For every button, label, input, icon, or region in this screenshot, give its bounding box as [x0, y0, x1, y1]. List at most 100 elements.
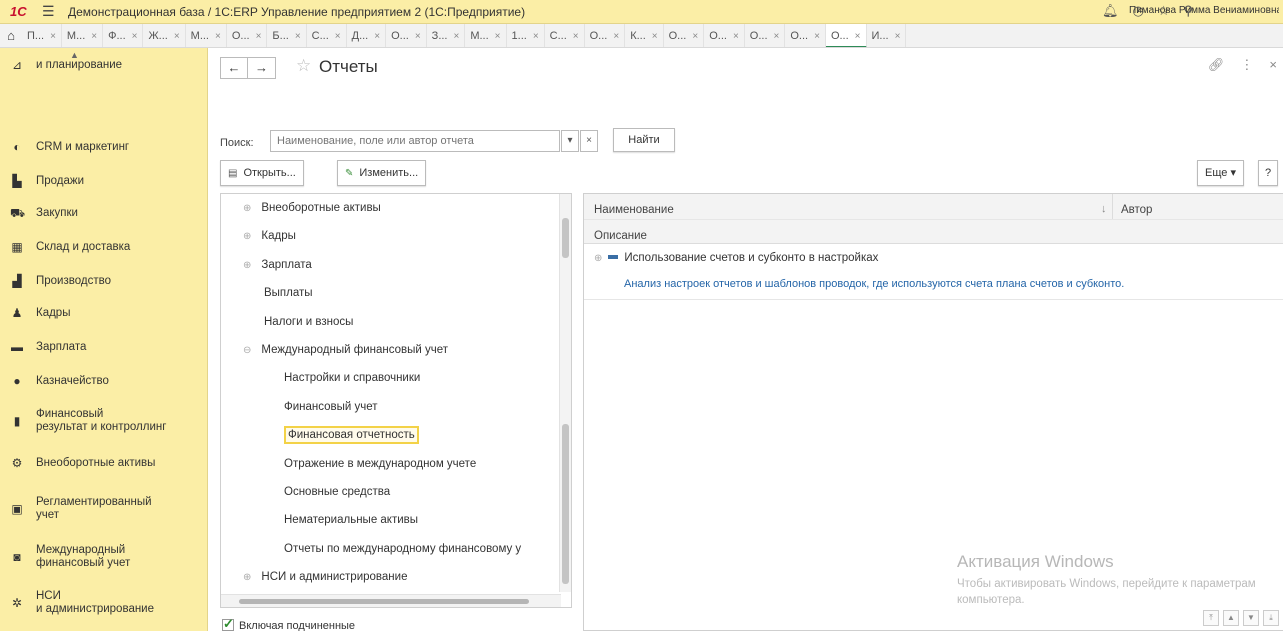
tree-node[interactable]: Нематериальные активы: [284, 509, 571, 531]
tab-close-icon[interactable]: ×: [132, 31, 138, 42]
search-input[interactable]: [270, 130, 560, 152]
tab-close-icon[interactable]: ×: [495, 31, 501, 42]
tab-16[interactable]: К... ×: [625, 24, 664, 47]
tree-node[interactable]: Финансовая отчетность: [284, 424, 571, 446]
collapse-icon[interactable]: ⊖: [243, 345, 251, 356]
sidebar-item-11[interactable]: ⚙ Внеоборотные активы: [0, 456, 207, 470]
sidebar-item-7[interactable]: ♟ Кадры: [0, 306, 207, 320]
tab-1[interactable]: П... ×: [22, 24, 62, 47]
tree-node[interactable]: Налоги и взносы: [264, 311, 571, 333]
tree-node[interactable]: Выплаты: [264, 282, 571, 304]
tree-node[interactable]: ⊕ Зарплата: [243, 254, 571, 276]
tree-node[interactable]: ⊖ Международный финансовый учет: [243, 339, 571, 361]
bell-icon[interactable]: 🔔︎: [1102, 3, 1119, 19]
column-header-name[interactable]: Наименование: [594, 204, 674, 216]
forward-button[interactable]: →: [248, 57, 276, 79]
tab-close-icon[interactable]: ×: [215, 31, 221, 42]
tab-8[interactable]: С... ×: [307, 24, 347, 47]
tab-15[interactable]: О... ×: [585, 24, 626, 47]
tab-close-icon[interactable]: ×: [613, 31, 619, 42]
tab-close-icon[interactable]: ×: [335, 31, 341, 42]
tree-vertical-scrollbar[interactable]: [559, 194, 571, 592]
more-vertical-icon[interactable]: ⋮: [1240, 57, 1253, 73]
tab-4[interactable]: Ж... ×: [143, 24, 186, 47]
expand-icon[interactable]: ⊕: [243, 203, 251, 214]
tab-close-icon[interactable]: ×: [256, 31, 262, 42]
more-button[interactable]: Еще ▾: [1197, 160, 1244, 186]
help-button[interactable]: ?: [1258, 160, 1279, 186]
tree-node[interactable]: Отражение в международном учете: [284, 453, 571, 475]
edit-button[interactable]: ✎ Изменить...: [337, 160, 427, 186]
user-name[interactable]: Пиманова Римма Вениаминовна: [1129, 5, 1279, 16]
sidebar-item-6[interactable]: ▟ Производство: [0, 274, 207, 288]
main-menu-icon[interactable]: ☰: [42, 3, 56, 20]
tab-18[interactable]: О... ×: [704, 24, 745, 47]
tab-close-icon[interactable]: ×: [453, 31, 459, 42]
home-icon[interactable]: ⌂: [0, 28, 22, 43]
tab-5[interactable]: М... ×: [186, 24, 227, 47]
link-icon[interactable]: 🔗︎: [1208, 57, 1225, 73]
sidebar-item-8[interactable]: ▬ Зарплата: [0, 340, 207, 354]
list-item[interactable]: ⊕ Использование счетов и субконто в настр…: [584, 244, 1283, 300]
expand-icon[interactable]: ⊕: [243, 260, 251, 271]
sidebar-item-4[interactable]: ⛟ Закупки: [0, 206, 207, 220]
tree-hscroll-thumb[interactable]: [239, 599, 529, 604]
scroll-up-icon[interactable]: ▲: [1223, 610, 1239, 626]
scroll-down-icon[interactable]: ▼: [1243, 610, 1259, 626]
tab-2[interactable]: М... ×: [62, 24, 104, 47]
tab-10[interactable]: О... ×: [386, 24, 427, 47]
tab-12[interactable]: М... ×: [465, 24, 507, 47]
sidebar-item-10[interactable]: ▮ Финансовый результат и контроллинг: [0, 408, 207, 434]
tab-close-icon[interactable]: ×: [814, 31, 820, 42]
expand-icon[interactable]: ⊕: [243, 231, 251, 242]
sidebar-item-12[interactable]: ▣ Регламентированный учет: [0, 496, 207, 522]
tab-17[interactable]: О... ×: [664, 24, 705, 47]
tab-14[interactable]: С... ×: [545, 24, 585, 47]
tab-close-icon[interactable]: ×: [895, 31, 901, 42]
tree-node[interactable]: Финансовый учет: [284, 396, 571, 418]
tab-6[interactable]: О... ×: [227, 24, 268, 47]
tree-vscroll-thumb[interactable]: [562, 218, 569, 258]
tab-close-icon[interactable]: ×: [733, 31, 739, 42]
include-subordinates-checkbox[interactable]: Включая подчиненные: [222, 616, 355, 631]
tab-close-icon[interactable]: ×: [91, 31, 97, 42]
sidebar-item-5[interactable]: ▦ Склад и доставка: [0, 240, 207, 254]
favorite-star-icon[interactable]: ☆: [296, 56, 311, 76]
tab-3[interactable]: Ф... ×: [103, 24, 144, 47]
tree-vscroll-thumb-lower[interactable]: [562, 424, 569, 584]
tab-close-icon[interactable]: ×: [374, 31, 380, 42]
tab-7[interactable]: Б... ×: [267, 24, 307, 47]
tab-close-icon[interactable]: ×: [652, 31, 658, 42]
tab-11[interactable]: З... ×: [427, 24, 466, 47]
tab-close-icon[interactable]: ×: [573, 31, 579, 42]
tab-close-icon[interactable]: ×: [174, 31, 180, 42]
tab-20[interactable]: О... ×: [785, 24, 826, 47]
tab-close-icon[interactable]: ×: [692, 31, 698, 42]
tab-close-icon[interactable]: ×: [533, 31, 539, 42]
tab-close-icon[interactable]: ×: [50, 31, 56, 42]
sidebar-item-2[interactable]: ◐ CRM и маркетинг: [0, 140, 207, 154]
tree-horizontal-scrollbar[interactable]: [221, 594, 561, 607]
tab-close-icon[interactable]: ×: [855, 31, 861, 42]
report-name[interactable]: ⊕ Использование счетов и субконто в настр…: [594, 252, 878, 264]
back-button[interactable]: ←: [220, 57, 248, 79]
open-button[interactable]: ▤ Открыть...: [220, 160, 304, 186]
last-page-icon[interactable]: ⤓: [1263, 610, 1279, 626]
tab-close-icon[interactable]: ×: [415, 31, 421, 42]
search-clear-icon[interactable]: ×: [580, 130, 598, 152]
sidebar-item-14[interactable]: ✲ НСИ и администрирование: [0, 590, 207, 616]
sidebar-item-13[interactable]: ◙ Международный финансовый учет: [0, 544, 207, 570]
sidebar-item-1[interactable]: ⊿ и планирование: [0, 58, 207, 72]
expand-icon[interactable]: ⊕: [594, 253, 602, 264]
search-dropdown-icon[interactable]: ▾: [561, 130, 579, 152]
tab-close-icon[interactable]: ×: [295, 31, 301, 42]
sidebar-item-3[interactable]: ▙ Продажи: [0, 174, 207, 188]
tab-19[interactable]: О... ×: [745, 24, 786, 47]
tab-21[interactable]: О... ×: [825, 24, 867, 47]
find-button[interactable]: Найти: [613, 128, 675, 152]
tree-node[interactable]: ⊕ НСИ и администрирование: [243, 566, 571, 588]
tree-node[interactable]: ⊕ Кадры: [243, 225, 571, 247]
tab-13[interactable]: 1... ×: [507, 24, 545, 47]
tree-node[interactable]: ⊕ Внеоборотные активы: [243, 197, 571, 219]
sidebar-item-9[interactable]: ● Казначейство: [0, 374, 207, 388]
